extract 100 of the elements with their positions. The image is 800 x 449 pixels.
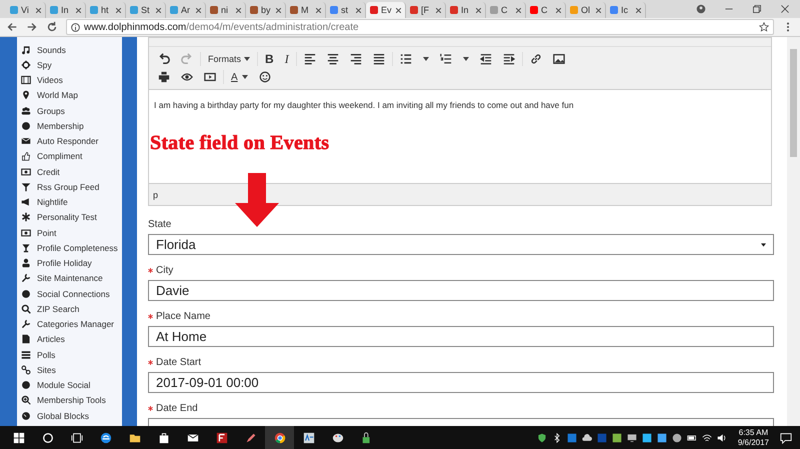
sidebar-item[interactable]: Sites	[17, 362, 122, 378]
sidebar-item[interactable]: Site Maintenance	[17, 270, 122, 286]
image-icon[interactable]	[552, 53, 565, 65]
sidebar-item[interactable]: Spy	[17, 57, 122, 72]
sidebar-item[interactable]: Profile Holiday	[17, 256, 122, 271]
sidebar-item[interactable]: Articles	[17, 332, 122, 347]
sidebar-item[interactable]: Auto Responder	[17, 134, 122, 149]
edge-icon[interactable]	[100, 432, 112, 444]
text-color-button[interactable]: A	[231, 72, 248, 82]
sidebar-item[interactable]: ZIP Search	[17, 301, 122, 316]
caret-icon[interactable]	[422, 57, 429, 61]
chrome-icon[interactable]	[274, 432, 286, 444]
close-icon[interactable]	[780, 4, 790, 14]
windows-icon[interactable]	[12, 432, 24, 444]
sidebar-item[interactable]: Videos	[17, 72, 122, 88]
browser-tab[interactable]: Ev	[366, 2, 406, 18]
bold-button[interactable]: B	[265, 52, 274, 66]
monitor-icon[interactable]	[626, 433, 637, 443]
bluetooth-icon[interactable]	[552, 433, 562, 443]
shield-icon[interactable]	[536, 433, 547, 443]
back-icon[interactable]	[6, 21, 18, 33]
outdent-icon[interactable]	[480, 53, 492, 65]
cloud-icon[interactable]	[582, 433, 592, 443]
close-icon[interactable]	[236, 8, 241, 12]
restore-icon[interactable]	[752, 4, 762, 14]
close-icon[interactable]	[476, 8, 481, 12]
close-icon[interactable]	[316, 8, 321, 12]
close-icon[interactable]	[356, 8, 361, 12]
caret-icon[interactable]	[462, 57, 469, 61]
tray-app-icon[interactable]	[612, 433, 622, 443]
pencil-icon[interactable]	[244, 432, 256, 444]
film-icon[interactable]	[204, 71, 216, 83]
sidebar-item[interactable]: Personality Test	[17, 210, 122, 225]
circle-icon[interactable]	[42, 432, 54, 444]
sidebar-item[interactable]: Compliment	[17, 148, 122, 164]
close-icon[interactable]	[196, 8, 201, 12]
sidebar-item[interactable]: Polls	[17, 347, 122, 362]
star-icon[interactable]	[759, 22, 769, 32]
tray-app-icon[interactable]	[656, 433, 667, 443]
sidebar-item[interactable]: Profile Completeness	[17, 240, 122, 256]
sidebar-item[interactable]: Point	[17, 225, 122, 240]
close-icon[interactable]	[36, 8, 41, 12]
close-icon[interactable]	[556, 8, 561, 12]
close-icon[interactable]	[76, 8, 81, 12]
reload-icon[interactable]	[46, 21, 58, 33]
align-center-icon[interactable]	[326, 53, 339, 65]
sidebar-item[interactable]: Membership	[17, 118, 122, 134]
tray-app-icon[interactable]	[566, 433, 577, 443]
notifications-icon[interactable]	[780, 432, 792, 444]
forward-icon[interactable]	[26, 21, 38, 33]
sidebar-item[interactable]: Global Blocks	[17, 408, 122, 424]
sidebar-item[interactable]: Social Connections	[17, 286, 122, 302]
battery-icon[interactable]	[686, 433, 697, 443]
close-icon[interactable]	[396, 8, 401, 12]
sidebar-item[interactable]: Rss Group Feed	[17, 179, 122, 194]
sidebar-item[interactable]: Module Social	[17, 378, 122, 393]
undo-icon[interactable]	[158, 53, 170, 65]
input-field[interactable]: 2017-09-01 00:00	[148, 372, 774, 393]
formats-dropdown[interactable]: Formats	[208, 54, 250, 64]
paint-palette-icon[interactable]	[332, 432, 344, 444]
envelope-icon[interactable]	[186, 432, 198, 444]
clock[interactable]: 6:35 AM 9/6/2017	[732, 428, 775, 448]
sidebar-item[interactable]: Sounds	[17, 42, 122, 58]
link-icon[interactable]	[530, 53, 542, 65]
align-left-icon[interactable]	[304, 53, 316, 65]
eye-icon[interactable]	[181, 71, 193, 83]
printer-icon[interactable]	[158, 71, 170, 83]
sidebar-item[interactable]: Credit	[17, 164, 122, 180]
align-justify-icon[interactable]	[372, 53, 385, 65]
sidebar-item[interactable]: Groups	[17, 103, 122, 118]
info-icon[interactable]	[71, 22, 80, 32]
sidebar-item[interactable]: Membership Tools	[17, 392, 122, 408]
close-icon[interactable]	[156, 8, 161, 12]
close-icon[interactable]	[276, 8, 281, 12]
wifi-icon[interactable]	[702, 433, 712, 443]
italic-button[interactable]: I	[284, 52, 289, 66]
bullet-list-icon[interactable]	[400, 53, 412, 65]
sidebar-item[interactable]: Categories Manager	[17, 316, 122, 332]
account-icon[interactable]	[696, 4, 706, 14]
close-icon[interactable]	[436, 8, 441, 12]
bag-icon[interactable]	[158, 432, 170, 444]
close-icon[interactable]	[516, 8, 521, 12]
close-icon[interactable]	[636, 8, 641, 12]
scrollbar[interactable]	[787, 37, 800, 426]
smiley-icon[interactable]	[258, 71, 271, 83]
close-icon[interactable]	[116, 8, 121, 12]
state-dropdown[interactable]: Florida	[148, 234, 774, 255]
tray-app-icon[interactable]	[642, 433, 652, 443]
lock-icon[interactable]	[360, 432, 372, 444]
close-icon[interactable]	[596, 8, 601, 12]
translate-icon[interactable]	[302, 432, 314, 444]
sidebar-item[interactable]: Nightlife	[17, 194, 122, 210]
input-field[interactable]: At Home	[148, 326, 774, 347]
indent-icon[interactable]	[502, 53, 515, 65]
ftp-icon[interactable]	[216, 432, 228, 444]
folder-icon[interactable]	[128, 432, 140, 444]
task-view-icon[interactable]	[70, 432, 82, 444]
numbered-list-icon[interactable]	[440, 53, 452, 65]
sidebar-item[interactable]: World Map	[17, 88, 122, 103]
align-right-icon[interactable]	[350, 53, 362, 65]
